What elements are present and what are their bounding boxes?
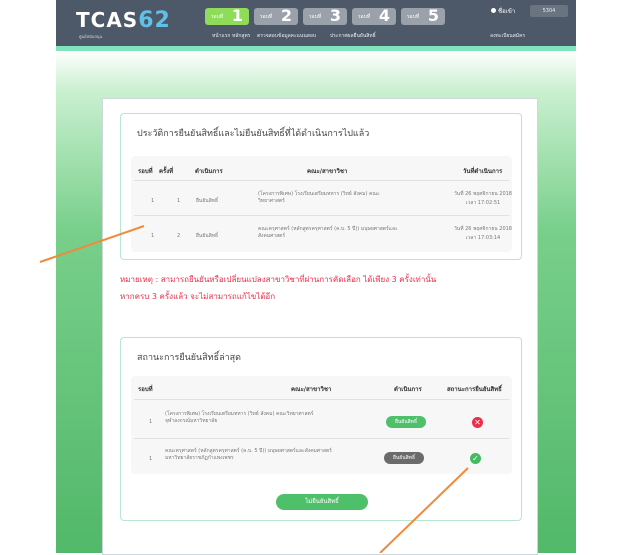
annotation-arrow-left [39, 225, 145, 263]
annotation-arrows [39, 225, 469, 553]
annotation-arrow-bottom [379, 467, 469, 553]
